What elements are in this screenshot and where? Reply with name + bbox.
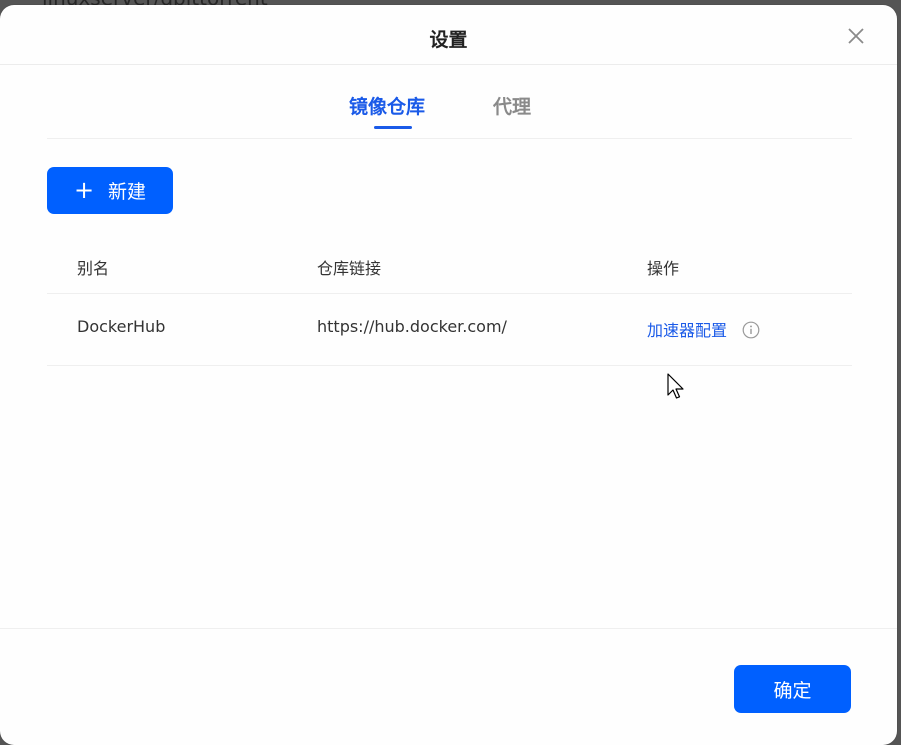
info-icon[interactable] <box>742 321 760 339</box>
row-actions: 加速器配置 <box>647 317 760 341</box>
active-tab-indicator <box>374 126 412 129</box>
table-row: DockerHub https://hub.docker.com/ 加速器配置 <box>47 294 852 366</box>
plus-icon: + <box>73 175 95 204</box>
header-registry-url: 仓库链接 <box>317 259 382 278</box>
dialog-header: 设置 <box>0 5 897 65</box>
header-alias: 别名 <box>77 259 110 278</box>
row-registry-url: https://hub.docker.com/ <box>317 317 507 336</box>
tab-proxy[interactable]: 代理 <box>493 92 531 119</box>
confirm-button[interactable]: 确定 <box>734 665 851 713</box>
new-button-label: 新建 <box>108 181 147 203</box>
table-header-row: 别名 仓库链接 操作 <box>47 235 852 294</box>
close-button[interactable] <box>845 25 867 47</box>
header-actions: 操作 <box>647 259 680 278</box>
close-icon <box>848 28 864 44</box>
registry-table: 别名 仓库链接 操作 DockerHub https://hub.docker.… <box>47 235 852 366</box>
dialog-title: 设置 <box>429 29 468 51</box>
tab-mirror-registry[interactable]: 镜像仓库 <box>349 92 425 119</box>
footer-divider <box>0 628 897 629</box>
mouse-cursor-icon <box>667 373 684 399</box>
tab-bar: 镜像仓库 代理 <box>47 65 852 139</box>
new-registry-button[interactable]: + 新建 <box>47 167 173 214</box>
accelerator-config-link[interactable]: 加速器配置 <box>647 321 727 340</box>
settings-dialog: 设置 镜像仓库 代理 + 新建 别名 仓库链接 操作 DockerHub htt… <box>0 5 897 745</box>
row-alias: DockerHub <box>77 317 166 336</box>
